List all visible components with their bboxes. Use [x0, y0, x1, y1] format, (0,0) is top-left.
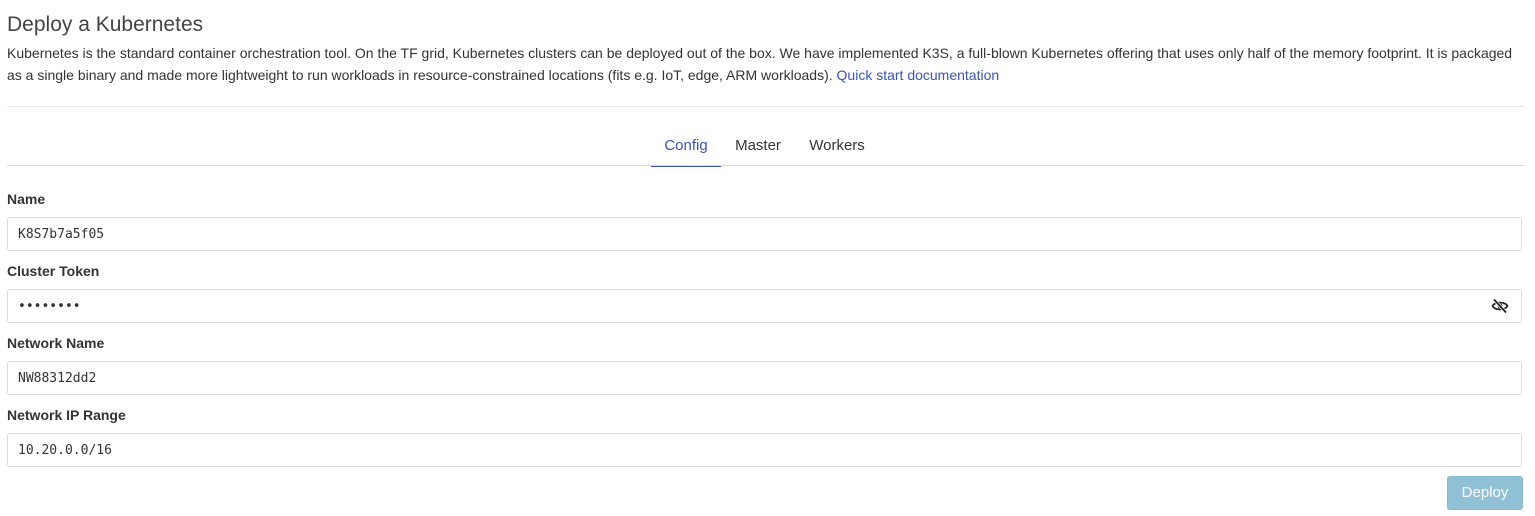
network-name-label: Network Name: [7, 335, 105, 351]
deploy-kubernetes-page: Deploy a Kubernetes Kubernetes is the st…: [0, 0, 1535, 516]
network-name-field-box: [7, 361, 1522, 395]
tab-workers[interactable]: Workers: [801, 128, 873, 166]
tabs-divider: [7, 165, 1524, 166]
quick-start-documentation-link[interactable]: Quick start documentation: [837, 67, 1000, 83]
name-label: Name: [7, 191, 46, 207]
eye-off-icon[interactable]: [1491, 298, 1509, 314]
header-divider: [7, 106, 1524, 107]
network-ip-range-input[interactable]: [8, 434, 1521, 466]
name-field-box: [7, 217, 1522, 251]
cluster-token-field-box: [7, 289, 1522, 323]
page-title: Deploy a Kubernetes: [7, 13, 204, 36]
cluster-token-input[interactable]: [8, 290, 1521, 322]
page-description: Kubernetes is the standard container orc…: [7, 42, 1527, 86]
tab-config[interactable]: Config: [651, 128, 721, 167]
network-ip-range-field-box: [7, 433, 1522, 467]
tab-master[interactable]: Master: [728, 128, 788, 166]
deploy-button[interactable]: Deploy: [1447, 476, 1523, 510]
cluster-token-label: Cluster Token: [7, 263, 100, 279]
name-input[interactable]: [8, 218, 1521, 250]
network-ip-range-label: Network IP Range: [7, 407, 126, 423]
network-name-input[interactable]: [8, 362, 1521, 394]
description-text: Kubernetes is the standard container orc…: [7, 45, 1513, 83]
